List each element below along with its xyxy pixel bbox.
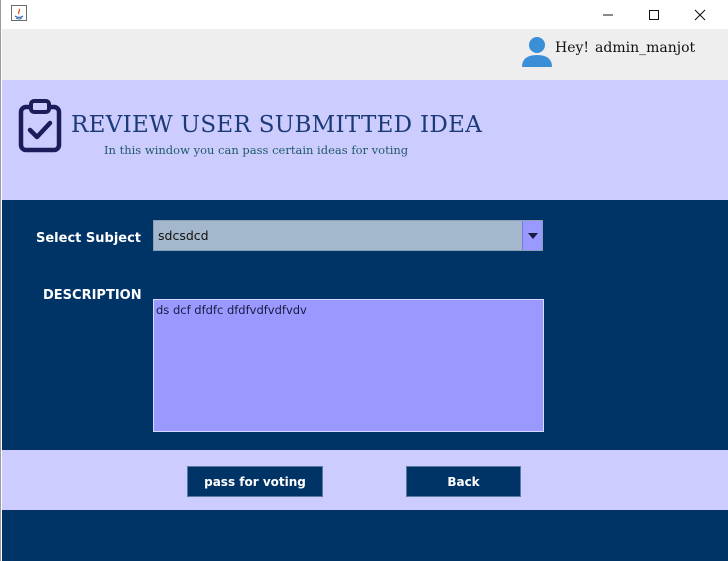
subject-select[interactable]: sdcsdcd xyxy=(153,220,543,251)
java-icon xyxy=(11,5,27,21)
back-button[interactable]: Back xyxy=(406,466,521,497)
greeting-label: Hey! xyxy=(555,40,590,56)
subject-select-value: sdcsdcd xyxy=(158,228,209,243)
maximize-icon xyxy=(649,9,659,20)
dropdown-button[interactable] xyxy=(522,221,542,250)
subject-label: Select Subject xyxy=(36,231,142,246)
close-button[interactable] xyxy=(677,0,723,29)
minimize-button[interactable] xyxy=(585,0,631,29)
description-text: ds dcf dfdfc dfdfvdfvdfvdv xyxy=(156,303,307,317)
application-window: Hey! admin_manjot REVIEW USER SUBMITTED I… xyxy=(0,0,728,561)
title-panel: REVIEW USER SUBMITTED IDEA In this windo… xyxy=(2,80,728,200)
minimize-icon xyxy=(603,14,613,15)
user-header: Hey! admin_manjot xyxy=(2,29,728,80)
greeting-text: Hey! admin_manjot xyxy=(555,40,695,56)
description-textarea[interactable]: ds dcf dfdfc dfdfvdfvdfvdv xyxy=(153,299,544,432)
form-panel: Select Subject sdcsdcd DESCRIPTION ds dc… xyxy=(2,200,728,450)
button-panel: pass for voting Back xyxy=(2,450,728,510)
user-icon xyxy=(522,37,552,67)
page-title: REVIEW USER SUBMITTED IDEA xyxy=(71,112,483,138)
page-subtitle: In this window you can pass certain idea… xyxy=(104,143,409,157)
title-bar xyxy=(2,0,728,29)
footer-panel xyxy=(2,510,728,561)
maximize-button[interactable] xyxy=(631,0,677,29)
pass-for-voting-button[interactable]: pass for voting xyxy=(187,466,323,497)
clipboard-check-icon xyxy=(18,99,62,153)
username-label: admin_manjot xyxy=(595,40,696,56)
description-label: DESCRIPTION xyxy=(43,288,142,303)
close-icon xyxy=(694,9,706,20)
chevron-down-icon xyxy=(527,232,538,239)
